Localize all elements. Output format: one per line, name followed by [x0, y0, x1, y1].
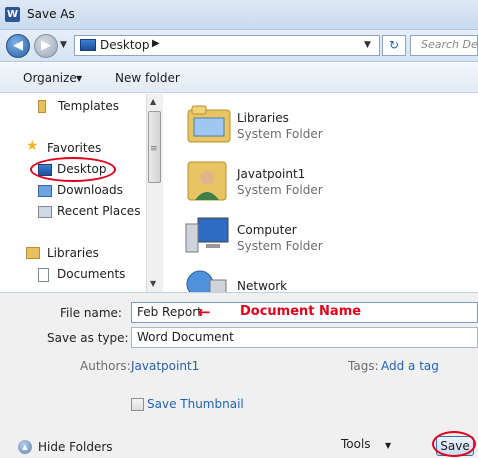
- network-icon: [186, 270, 227, 292]
- file-list: Libraries System Folder Javatpoint1 Syst…: [164, 94, 478, 292]
- item-name: Network: [237, 279, 288, 292]
- folder-icon: [38, 100, 46, 113]
- chevron-right-icon[interactable]: ▶: [152, 38, 160, 49]
- libraries-folder-icon: [187, 105, 231, 143]
- tags-label: Tags:: [348, 359, 379, 373]
- scroll-up-icon[interactable]: ▲: [150, 97, 156, 106]
- computer-icon: [185, 217, 229, 253]
- chevron-up-icon[interactable]: ▲: [18, 440, 32, 454]
- new-folder-button[interactable]: New folder: [115, 71, 180, 85]
- authors-label: Authors:: [80, 359, 131, 373]
- star-icon: ★: [26, 138, 39, 154]
- list-item[interactable]: Network: [164, 262, 478, 292]
- search-input[interactable]: Search Des: [410, 35, 478, 56]
- highlight-ellipse: [30, 157, 116, 182]
- hide-folders-button[interactable]: Hide Folders: [38, 440, 113, 454]
- savetype-select[interactable]: Word Document: [131, 327, 478, 348]
- savetype-label: Save as type:: [47, 331, 129, 345]
- list-item[interactable]: Computer System Folder: [164, 206, 478, 262]
- item-type: System Folder: [237, 183, 323, 197]
- authors-value[interactable]: Javatpoint1: [131, 359, 199, 373]
- nav-item-downloads[interactable]: Downloads: [57, 183, 123, 197]
- recent-places-icon: [38, 206, 52, 218]
- list-item[interactable]: Libraries System Folder: [164, 94, 478, 150]
- filename-label: File name:: [60, 306, 122, 320]
- arrow-left-icon: ←: [198, 303, 211, 321]
- highlight-ellipse: [432, 431, 476, 457]
- downloads-icon: [38, 185, 52, 197]
- nav-item-favorites[interactable]: Favorites: [47, 141, 101, 155]
- refresh-button[interactable]: ↻: [382, 35, 406, 56]
- libraries-icon: [26, 247, 40, 259]
- save-thumbnail-label[interactable]: Save Thumbnail: [147, 397, 244, 411]
- window-title: Save As: [27, 7, 75, 21]
- chevron-down-icon[interactable]: ▼: [385, 441, 391, 450]
- word-doc-icon: W: [5, 7, 20, 22]
- item-name: Javatpoint1: [237, 167, 306, 181]
- organize-button[interactable]: Organize: [23, 71, 77, 85]
- nav-item-templates[interactable]: Templates: [58, 99, 119, 113]
- user-folder-icon: [187, 161, 227, 201]
- item-name: Libraries: [237, 111, 289, 125]
- chevron-down-icon[interactable]: ▼: [76, 74, 82, 83]
- nav-item-recent-places[interactable]: Recent Places: [57, 204, 140, 218]
- back-button[interactable]: ◀: [6, 34, 30, 58]
- save-thumbnail-checkbox[interactable]: [131, 398, 144, 411]
- documents-icon: [38, 268, 49, 282]
- recent-pages-dropdown[interactable]: ▼: [60, 40, 67, 50]
- desktop-icon: [80, 39, 96, 51]
- grip-icon: ≡: [150, 144, 158, 154]
- nav-item-libraries[interactable]: Libraries: [47, 246, 99, 260]
- breadcrumb[interactable]: Desktop: [100, 38, 150, 52]
- item-type: System Folder: [237, 239, 323, 253]
- item-type: System Folder: [237, 127, 323, 141]
- navigation-pane: Templates ★ Favorites Desktop Downloads …: [0, 94, 163, 292]
- chevron-down-icon[interactable]: ▼: [364, 40, 371, 50]
- tools-button[interactable]: Tools: [341, 437, 371, 451]
- list-item[interactable]: Javatpoint1 System Folder: [164, 150, 478, 206]
- annotation-label: Document Name: [240, 304, 362, 319]
- nav-item-documents[interactable]: Documents: [57, 267, 125, 281]
- forward-button[interactable]: ▶: [34, 34, 58, 58]
- tags-add-link[interactable]: Add a tag: [381, 359, 439, 373]
- item-name: Computer: [237, 223, 297, 237]
- scroll-down-icon[interactable]: ▼: [150, 279, 156, 288]
